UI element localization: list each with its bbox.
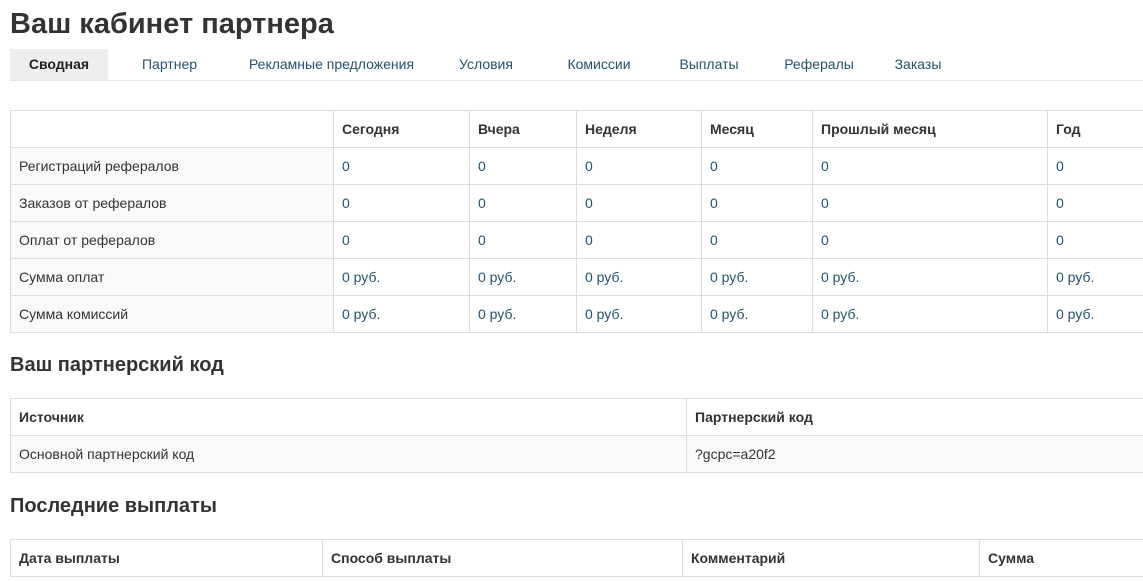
stat-value[interactable]: 0	[469, 221, 577, 259]
stats-header-row: Сегодня Вчера Неделя Месяц Прошлый месяц…	[10, 110, 1143, 148]
stats-table: Сегодня Вчера Неделя Месяц Прошлый месяц…	[10, 110, 1143, 333]
stat-value[interactable]: 0	[576, 184, 702, 222]
header-partner-code: Партнерский код	[686, 398, 1143, 436]
stats-header-week: Неделя	[576, 110, 702, 148]
stats-header-year: Год	[1047, 110, 1143, 148]
stat-value[interactable]: 0 руб.	[469, 295, 577, 333]
table-row: Заказов от рефералов 0 0 0 0 0 0	[10, 184, 1143, 222]
header-payout-date: Дата выплаты	[10, 539, 323, 577]
stat-value[interactable]: 0	[576, 221, 702, 259]
stat-value[interactable]: 0	[469, 147, 577, 185]
stat-value[interactable]: 0 руб.	[576, 295, 702, 333]
stat-value[interactable]: 0	[701, 184, 813, 222]
partner-code-table: Источник Партнерский код Основной партне…	[10, 398, 1143, 473]
header-comment: Комментарий	[682, 539, 980, 577]
table-row: Сумма оплат 0 руб. 0 руб. 0 руб. 0 руб. …	[10, 258, 1143, 296]
tab-orders[interactable]: Заказы	[878, 49, 958, 80]
header-payout-method: Способ выплаты	[322, 539, 683, 577]
stat-value[interactable]: 0	[1047, 184, 1143, 222]
stat-value[interactable]: 0	[576, 147, 702, 185]
stat-value[interactable]: 0 руб.	[812, 295, 1048, 333]
stat-value[interactable]: 0	[1047, 147, 1143, 185]
stat-value[interactable]: 0	[812, 221, 1048, 259]
tab-commissions[interactable]: Комиссии	[540, 49, 658, 80]
stat-value[interactable]: 0 руб.	[1047, 295, 1143, 333]
tab-summary[interactable]: Сводная	[10, 49, 108, 80]
stats-header-last-month: Прошлый месяц	[812, 110, 1048, 148]
stat-value[interactable]: 0 руб.	[701, 258, 813, 296]
partner-code-title: Ваш партнерский код	[10, 354, 224, 376]
stat-value[interactable]: 0	[333, 221, 470, 259]
stat-value[interactable]: 0	[701, 147, 813, 185]
row-label: Сумма оплат	[10, 258, 334, 296]
payouts-header-row: Дата выплаты Способ выплаты Комментарий …	[10, 539, 1143, 577]
table-row: Сумма комиссий 0 руб. 0 руб. 0 руб. 0 ру…	[10, 295, 1143, 333]
stat-value[interactable]: 0	[812, 147, 1048, 185]
tab-ad-offers[interactable]: Рекламные предложения	[231, 49, 432, 80]
tab-referrals[interactable]: Рефералы	[760, 49, 878, 80]
header-amount: Сумма	[979, 539, 1143, 577]
page-title: Ваш кабинет партнера	[10, 8, 334, 40]
tab-terms[interactable]: Условия	[432, 49, 540, 80]
payouts-table: Дата выплаты Способ выплаты Комментарий …	[10, 539, 1143, 577]
tab-partner[interactable]: Партнер	[108, 49, 231, 80]
table-row: Регистраций рефералов 0 0 0 0 0 0	[10, 147, 1143, 185]
stat-value[interactable]: 0 руб.	[576, 258, 702, 296]
stats-header-today: Сегодня	[333, 110, 470, 148]
header-source: Источник	[10, 398, 687, 436]
stats-header-month: Месяц	[701, 110, 813, 148]
code-value[interactable]: ?gcpc=a20f2	[686, 435, 1143, 473]
payouts-title: Последние выплаты	[10, 495, 217, 517]
table-row: Оплат от рефералов 0 0 0 0 0 0	[10, 221, 1143, 259]
stats-header-yesterday: Вчера	[469, 110, 577, 148]
stat-value[interactable]: 0 руб.	[701, 295, 813, 333]
stat-value[interactable]: 0 руб.	[469, 258, 577, 296]
stat-value[interactable]: 0 руб.	[333, 295, 470, 333]
stat-value[interactable]: 0 руб.	[333, 258, 470, 296]
stat-value[interactable]: 0	[701, 221, 813, 259]
stats-header-empty	[10, 110, 334, 148]
stat-value[interactable]: 0	[469, 184, 577, 222]
stat-value[interactable]: 0	[812, 184, 1048, 222]
stat-value[interactable]: 0	[333, 184, 470, 222]
tab-bar: Сводная Партнер Рекламные предложения Ус…	[10, 49, 1143, 81]
row-label: Регистраций рефералов	[10, 147, 334, 185]
table-row: Основной партнерский код ?gcpc=a20f2	[10, 435, 1143, 473]
row-label: Сумма комиссий	[10, 295, 334, 333]
stat-value[interactable]: 0	[1047, 221, 1143, 259]
stat-value[interactable]: 0 руб.	[1047, 258, 1143, 296]
tab-payouts[interactable]: Выплаты	[658, 49, 760, 80]
stat-value[interactable]: 0	[333, 147, 470, 185]
partner-code-header-row: Источник Партнерский код	[10, 398, 1143, 436]
code-source: Основной партнерский код	[10, 435, 687, 473]
row-label: Оплат от рефералов	[10, 221, 334, 259]
row-label: Заказов от рефералов	[10, 184, 334, 222]
stat-value[interactable]: 0 руб.	[812, 258, 1048, 296]
